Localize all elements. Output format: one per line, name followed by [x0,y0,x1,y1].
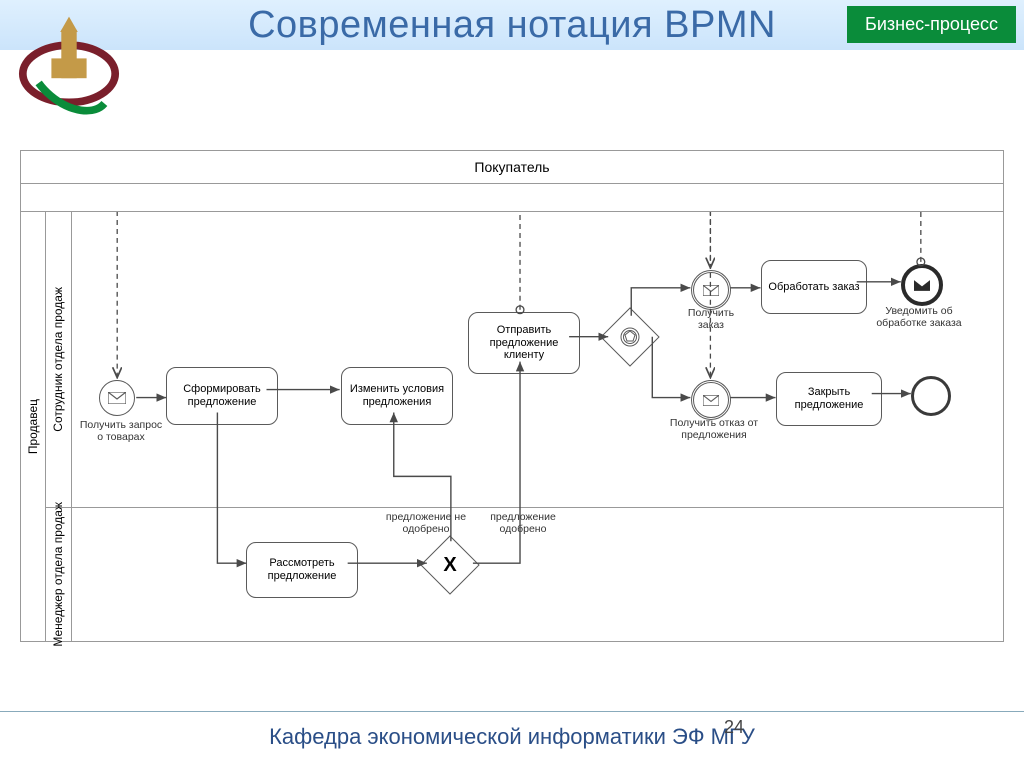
pool-buyer-label: Покупатель [474,159,549,175]
catch-order-label: Получить заказ [676,308,746,331]
bpmn-diagram: Покупатель Продавец Сотрудник отдела про… [20,150,1004,642]
end-message-label: Уведомить об обработке заказа [871,306,967,329]
gateway-event-based [609,316,651,358]
pool-seller: Продавец [21,212,46,641]
gateway-approve: X [429,544,471,586]
lane2-label: Менеджер отдела продаж [51,502,65,647]
task-send-offer: Отправить предложение клиенту [468,312,580,374]
catch-reject [691,380,731,420]
task-form-offer: Сформировать предложение [166,367,278,425]
slide-footer: Кафедра экономической информатики ЭФ МГУ [0,711,1024,750]
task-close-offer: Закрыть предложение [776,372,882,426]
category-badge: Бизнес-процесс [847,6,1016,43]
end-event-message [901,264,943,306]
lane1-label: Сотрудник отдела продаж [51,287,65,432]
start-event-message [99,380,135,416]
gw-label-yes: предложение одобрено [483,512,563,535]
pool-seller-label: Продавец [26,399,40,454]
university-logo [14,10,124,120]
pool-buyer: Покупатель [21,151,1003,184]
gw-label-no: предложение не одобрено [381,512,471,535]
footer-dept: Кафедра экономической информатики ЭФ МГУ [269,724,755,750]
task-review-offer: Рассмотреть предложение [246,542,358,598]
task-process-order: Обработать заказ [761,260,867,314]
end-event-plain [911,376,951,416]
slide-title: Современная нотация BPMN [248,4,776,47]
catch-order [691,270,731,310]
page-number: 24 [724,717,744,738]
task-modify-offer: Изменить условия предложения [341,367,453,425]
start-event-label: Получить запрос о товарах [76,420,166,443]
catch-reject-label: Получить отказ от предложения [669,418,759,441]
